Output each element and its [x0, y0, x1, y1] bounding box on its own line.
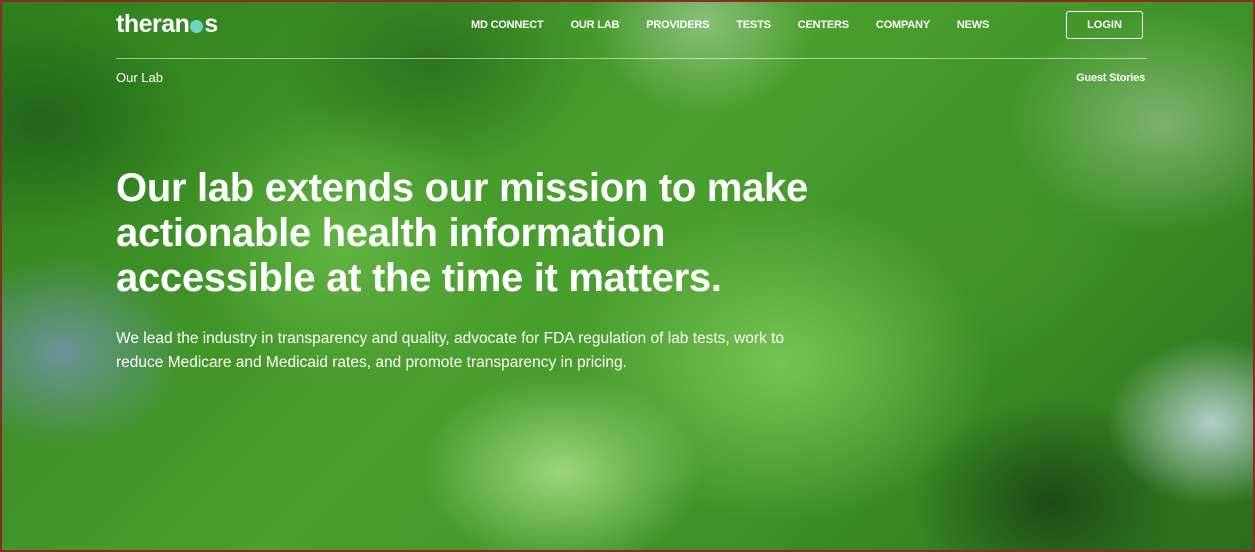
- browser-viewport: theran s MD CONNECT OUR LAB PROVIDERS TES…: [0, 0, 1255, 552]
- logo-dot-icon: [190, 20, 204, 33]
- section-title: Our Lab: [116, 70, 163, 85]
- nav-item-tests[interactable]: TESTS: [736, 19, 771, 31]
- hero-body-text: We lead the industry in transparency and…: [116, 330, 785, 371]
- site-header: theran s MD CONNECT OUR LAB PROVIDERS TES…: [116, 2, 1147, 59]
- theranos-logo[interactable]: theran s: [116, 9, 218, 39]
- guest-stories-link[interactable]: Guest Stories: [1076, 72, 1145, 84]
- logo-text-suffix: s: [204, 10, 218, 38]
- nav-item-providers[interactable]: PROVIDERS: [646, 19, 709, 31]
- logo-text-prefix: theran: [116, 10, 190, 38]
- hero-section: Our lab extends our mission to make acti…: [116, 166, 816, 375]
- nav-item-company[interactable]: COMPANY: [876, 19, 930, 31]
- login-button[interactable]: LOGIN: [1066, 11, 1143, 39]
- hero-heading: Our lab extends our mission to make acti…: [116, 166, 808, 300]
- main-nav: MD CONNECT OUR LAB PROVIDERS TESTS CENTE…: [471, 19, 1016, 31]
- nav-item-centers[interactable]: CENTERS: [798, 19, 849, 31]
- nav-item-md-connect[interactable]: MD CONNECT: [471, 19, 544, 31]
- nav-item-our-lab[interactable]: OUR LAB: [571, 19, 620, 31]
- nav-item-news[interactable]: NEWS: [957, 19, 989, 31]
- section-subnav: Our Lab Guest Stories: [116, 70, 1147, 90]
